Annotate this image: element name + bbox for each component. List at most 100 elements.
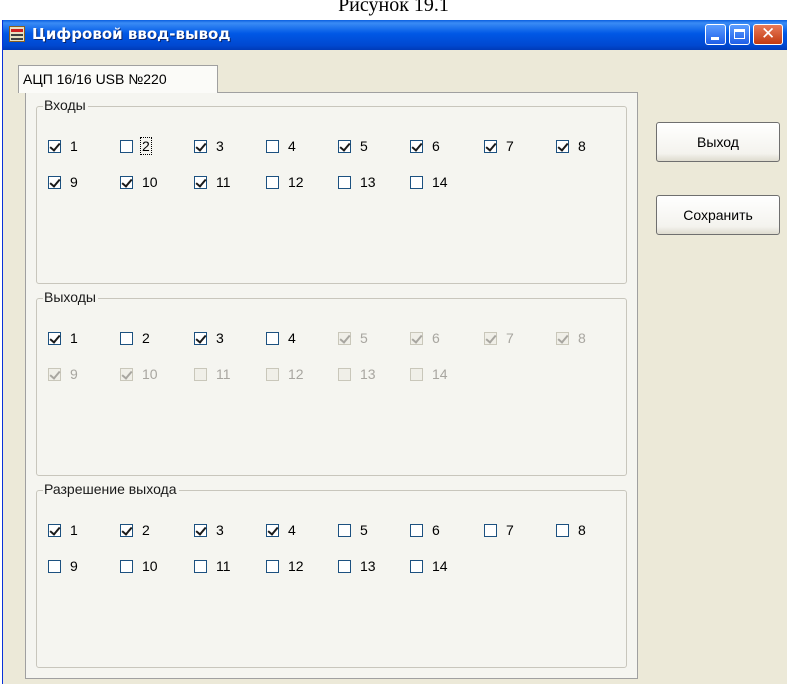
checkbox-8: 8 <box>556 329 586 347</box>
checkmark-icon[interactable] <box>48 523 61 537</box>
checkmark-icon[interactable] <box>120 175 133 189</box>
checkbox-2[interactable]: 2 <box>120 329 150 347</box>
checkbox-4[interactable]: 4 <box>266 329 296 347</box>
checkbox-label: 13 <box>360 366 376 382</box>
checkbox-13[interactable]: 13 <box>338 557 376 575</box>
checkbox-label: 4 <box>288 330 296 346</box>
checkbox-10: 10 <box>120 365 158 383</box>
checkmark-icon[interactable] <box>194 523 207 537</box>
checkbox-8[interactable]: 8 <box>556 137 586 155</box>
maximize-icon <box>734 29 745 39</box>
checkmark-icon[interactable] <box>556 139 569 153</box>
checkbox-4[interactable]: 4 <box>266 521 296 539</box>
tab-adc[interactable]: АЦП 16/16 USB №220 <box>18 65 218 93</box>
checkbox-square[interactable] <box>266 331 279 345</box>
checkbox-12[interactable]: 12 <box>266 173 304 191</box>
close-button[interactable]: ✕ <box>753 24 783 45</box>
checkbox-3[interactable]: 3 <box>194 137 224 155</box>
save-button[interactable]: Сохранить <box>656 195 780 235</box>
checkmark-icon[interactable] <box>194 175 207 189</box>
checkbox-8[interactable]: 8 <box>556 521 586 539</box>
checkbox-3[interactable]: 3 <box>194 521 224 539</box>
checkbox-14: 14 <box>410 365 448 383</box>
checkbox-label: 3 <box>216 138 224 154</box>
checkbox-label: 2 <box>142 522 150 538</box>
checkbox-2[interactable]: 2 <box>120 521 150 539</box>
checkbox-square[interactable] <box>410 559 423 573</box>
checkbox-1[interactable]: 1 <box>48 521 78 539</box>
checkmark-icon[interactable] <box>410 139 423 153</box>
checkmark-icon[interactable] <box>48 175 61 189</box>
checkmark-icon[interactable] <box>194 139 207 153</box>
checkbox-2[interactable]: 2 <box>120 137 152 155</box>
checkbox-square[interactable] <box>338 559 351 573</box>
checkbox-11: 11 <box>194 365 231 383</box>
checkbox-square[interactable] <box>266 139 279 153</box>
checkmark-icon <box>410 331 423 345</box>
maximize-button[interactable] <box>729 24 750 45</box>
checkbox-square[interactable] <box>194 559 207 573</box>
checkbox-9[interactable]: 9 <box>48 173 78 191</box>
checkbox-4[interactable]: 4 <box>266 137 296 155</box>
checkbox-5: 5 <box>338 329 368 347</box>
checkmark-icon <box>338 331 351 345</box>
checkbox-11[interactable]: 11 <box>194 173 231 191</box>
checkbox-14[interactable]: 14 <box>410 173 448 191</box>
checkmark-icon[interactable] <box>338 139 351 153</box>
checkbox-10[interactable]: 10 <box>120 557 158 575</box>
checkbox-14[interactable]: 14 <box>410 557 448 575</box>
checkbox-square[interactable] <box>120 559 133 573</box>
checkbox-13[interactable]: 13 <box>338 173 376 191</box>
checkbox-label: 3 <box>216 330 224 346</box>
minimize-button[interactable] <box>705 24 726 45</box>
checkmark-icon[interactable] <box>194 331 207 345</box>
checkbox-label: 2 <box>142 330 150 346</box>
checkbox-square[interactable] <box>48 559 61 573</box>
checkbox-square[interactable] <box>120 331 133 345</box>
checkmark-icon[interactable] <box>266 523 279 537</box>
minimize-icon <box>711 37 719 40</box>
checkbox-square[interactable] <box>484 523 497 537</box>
checkbox-5[interactable]: 5 <box>338 137 368 155</box>
checkbox-label: 12 <box>288 366 304 382</box>
checkbox-label: 8 <box>578 522 586 538</box>
checkbox-6[interactable]: 6 <box>410 137 440 155</box>
checkbox-1[interactable]: 1 <box>48 329 78 347</box>
checkbox-label: 4 <box>288 522 296 538</box>
checkbox-6: 6 <box>410 329 440 347</box>
checkmark-icon[interactable] <box>48 139 61 153</box>
checkbox-square[interactable] <box>338 175 351 189</box>
exit-button[interactable]: Выход <box>656 122 780 162</box>
figure-caption: Рисунок 19.1 <box>338 0 449 16</box>
checkbox-square[interactable] <box>120 139 133 153</box>
checkbox-9[interactable]: 9 <box>48 557 78 575</box>
checkbox-7[interactable]: 7 <box>484 521 514 539</box>
checkbox-label: 9 <box>70 174 78 190</box>
checkbox-11[interactable]: 11 <box>194 557 231 575</box>
checkbox-square[interactable] <box>410 523 423 537</box>
checkbox-3[interactable]: 3 <box>194 329 224 347</box>
checkbox-square[interactable] <box>338 523 351 537</box>
checkbox-5[interactable]: 5 <box>338 521 368 539</box>
checkbox-7[interactable]: 7 <box>484 137 514 155</box>
checkbox-12[interactable]: 12 <box>266 557 304 575</box>
group-output-enable: Разрешение выхода 1 2 3 4 5 6 7 8 9 10 11 12 13 14 <box>36 481 627 668</box>
checkbox-label: 3 <box>216 522 224 538</box>
checkbox-square[interactable] <box>266 175 279 189</box>
checkbox-label: 7 <box>506 522 514 538</box>
checkbox-10[interactable]: 10 <box>120 173 158 191</box>
checkbox-6[interactable]: 6 <box>410 521 440 539</box>
checkbox-square[interactable] <box>556 523 569 537</box>
checkbox-label: 5 <box>360 522 368 538</box>
checkmark-icon[interactable] <box>484 139 497 153</box>
checkbox-square[interactable] <box>266 559 279 573</box>
app-icon[interactable] <box>9 26 25 42</box>
checkbox-1[interactable]: 1 <box>48 137 78 155</box>
checkbox-square[interactable] <box>410 175 423 189</box>
checkbox-label: 12 <box>288 558 304 574</box>
checkmark-icon <box>484 331 497 345</box>
title-bar[interactable]: Цифровой ввод-вывод ✕ <box>3 20 787 50</box>
checkmark-icon[interactable] <box>48 331 61 345</box>
checkmark-icon[interactable] <box>120 523 133 537</box>
group-title: Выходы <box>43 289 98 305</box>
